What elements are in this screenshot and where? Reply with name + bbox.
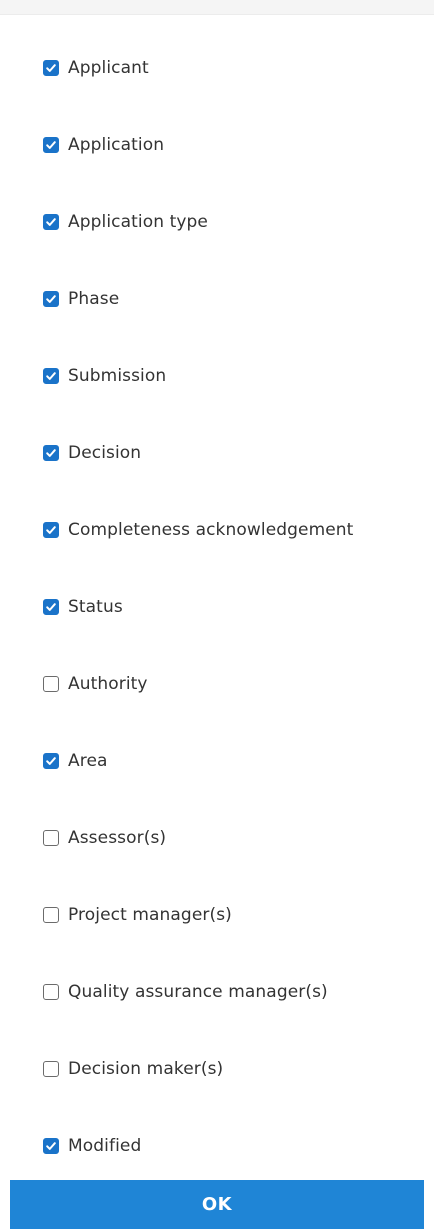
column-option-area[interactable]: Area bbox=[0, 722, 434, 799]
checkmark-icon bbox=[46, 63, 56, 72]
checkmark-icon bbox=[46, 294, 56, 303]
checkbox-applicant[interactable] bbox=[43, 59, 59, 76]
column-option-label: Submission bbox=[68, 365, 167, 386]
column-option-assessor-s[interactable]: Assessor(s) bbox=[0, 799, 434, 876]
checkbox-quality-assurance-manager-s[interactable] bbox=[43, 983, 59, 1000]
checkmark-icon bbox=[46, 448, 56, 457]
column-option-application[interactable]: Application bbox=[0, 106, 434, 183]
column-option-modified[interactable]: Modified bbox=[0, 1107, 434, 1184]
column-option-label: Phase bbox=[68, 288, 120, 309]
column-option-completeness-acknowledgement[interactable]: Completeness acknowledgement bbox=[0, 491, 434, 568]
checkbox-phase[interactable] bbox=[43, 290, 59, 307]
checkbox-application-type[interactable] bbox=[43, 213, 59, 230]
column-option-label: Quality assurance manager(s) bbox=[68, 981, 328, 1002]
column-option-label: Assessor(s) bbox=[68, 827, 167, 848]
column-option-quality-assurance-manager-s[interactable]: Quality assurance manager(s) bbox=[0, 953, 434, 1030]
column-option-label: Project manager(s) bbox=[68, 904, 232, 925]
dialog-top-edge bbox=[0, 0, 434, 15]
checkbox-completeness-acknowledgement[interactable] bbox=[43, 521, 59, 538]
checkbox-application[interactable] bbox=[43, 136, 59, 153]
column-option-label: Authority bbox=[68, 673, 148, 694]
checkmark-icon bbox=[46, 756, 56, 765]
checkmark-icon bbox=[46, 371, 56, 380]
checkmark-icon bbox=[46, 525, 56, 534]
column-option-phase[interactable]: Phase bbox=[0, 260, 434, 337]
column-option-decision-maker-s[interactable]: Decision maker(s) bbox=[0, 1030, 434, 1107]
checkmark-icon bbox=[46, 217, 56, 226]
column-option-label: Status bbox=[68, 596, 123, 617]
ok-button[interactable]: OK bbox=[10, 1180, 424, 1229]
column-option-submission[interactable]: Submission bbox=[0, 337, 434, 414]
checkbox-status[interactable] bbox=[43, 598, 59, 615]
checkbox-assessor-s[interactable] bbox=[43, 829, 59, 846]
checkbox-project-manager-s[interactable] bbox=[43, 906, 59, 923]
checkmark-icon bbox=[46, 602, 56, 611]
column-option-decision[interactable]: Decision bbox=[0, 414, 434, 491]
column-option-label: Application type bbox=[68, 211, 208, 232]
column-option-label: Modified bbox=[68, 1135, 142, 1156]
column-option-applicant[interactable]: Applicant bbox=[0, 29, 434, 106]
column-option-label: Completeness acknowledgement bbox=[68, 519, 354, 540]
column-option-application-type[interactable]: Application type bbox=[0, 183, 434, 260]
checkbox-authority[interactable] bbox=[43, 675, 59, 692]
checkbox-area[interactable] bbox=[43, 752, 59, 769]
column-option-status[interactable]: Status bbox=[0, 568, 434, 645]
checkbox-modified[interactable] bbox=[43, 1137, 59, 1154]
column-option-project-manager-s[interactable]: Project manager(s) bbox=[0, 876, 434, 953]
column-option-label: Decision maker(s) bbox=[68, 1058, 224, 1079]
column-option-label: Area bbox=[68, 750, 108, 771]
checkmark-icon bbox=[46, 1141, 56, 1150]
column-option-authority[interactable]: Authority bbox=[0, 645, 434, 722]
column-option-label: Application bbox=[68, 134, 165, 155]
checkmark-icon bbox=[46, 140, 56, 149]
checkbox-submission[interactable] bbox=[43, 367, 59, 384]
checkbox-decision[interactable] bbox=[43, 444, 59, 461]
column-option-label: Applicant bbox=[68, 57, 149, 78]
column-option-label: Decision bbox=[68, 442, 142, 463]
checkbox-decision-maker-s[interactable] bbox=[43, 1060, 59, 1077]
column-visibility-list: Applicant Application Application type P… bbox=[0, 29, 434, 1184]
